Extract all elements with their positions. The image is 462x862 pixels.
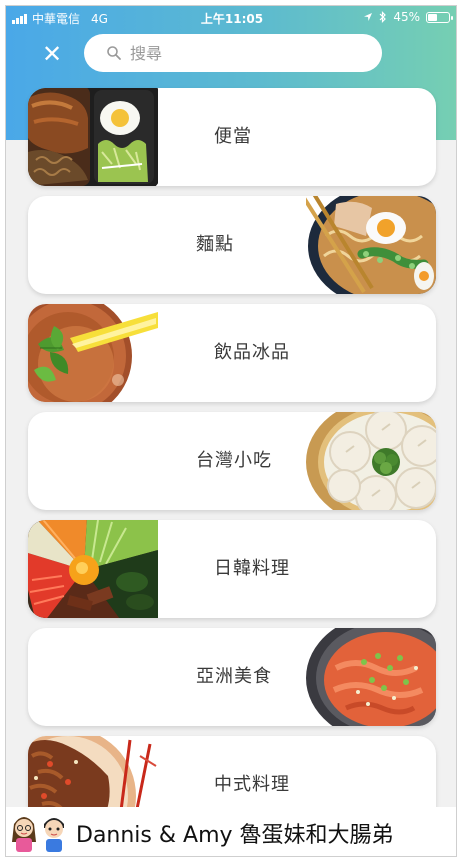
battery-icon <box>426 11 453 23</box>
category-card-noodles[interactable]: 麵點 <box>28 196 436 294</box>
app-frame: 中華電信 4G 上午11:05 45% ✕ 搜尋 便當 麵點 飲品冰品 台灣小吃… <box>5 5 457 857</box>
location-arrow-icon <box>364 13 373 21</box>
category-label: 亞洲美食 <box>196 666 272 687</box>
status-bar: 中華電信 4G 上午11:05 45% <box>6 6 456 28</box>
category-label: 日韓料理 <box>214 558 290 579</box>
category-card-japanese-korean[interactable]: 日韓料理 <box>28 520 436 618</box>
search-input[interactable] <box>130 43 350 63</box>
search-bar[interactable] <box>84 34 382 72</box>
category-label: 飲品冰品 <box>214 342 290 363</box>
bibimbap-image <box>28 520 158 618</box>
category-label: 麵點 <box>196 234 234 255</box>
bluetooth-icon <box>379 11 387 23</box>
ramen-image <box>306 196 436 294</box>
watermark-banner: Dannis & Amy 魯蛋妹和大腸弟 <box>6 807 456 856</box>
boy-avatar-icon <box>44 817 64 852</box>
girl-avatar-icon <box>12 816 36 852</box>
watermark-text: Dannis & Amy 魯蛋妹和大腸弟 <box>76 822 394 848</box>
bento-image <box>28 88 158 186</box>
poke-bowl-image <box>306 628 436 726</box>
close-button[interactable]: ✕ <box>38 40 66 68</box>
dumplings-image <box>306 412 436 510</box>
category-list: 便當 麵點 飲品冰品 台灣小吃 日韓料理 亞洲美食 中式料理 <box>28 88 436 844</box>
battery-percent: 45% <box>393 10 420 24</box>
status-right: 45% <box>363 10 453 24</box>
battery-level <box>428 13 437 21</box>
iced-tea-image <box>28 304 158 402</box>
watermark-avatars <box>10 812 68 854</box>
category-label: 便當 <box>214 126 252 147</box>
search-icon <box>107 46 121 60</box>
category-card-taiwanese-snacks[interactable]: 台灣小吃 <box>28 412 436 510</box>
category-card-bento[interactable]: 便當 <box>28 88 436 186</box>
category-card-asian-cuisine[interactable]: 亞洲美食 <box>28 628 436 726</box>
category-label: 台灣小吃 <box>196 450 272 471</box>
category-card-drinks[interactable]: 飲品冰品 <box>28 304 436 402</box>
close-icon: ✕ <box>41 40 63 68</box>
